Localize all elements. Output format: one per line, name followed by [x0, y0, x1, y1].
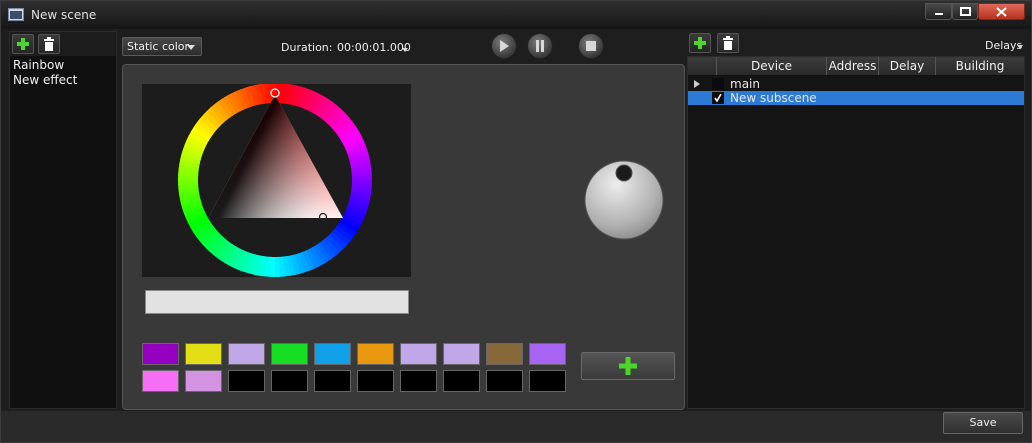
close-icon: [996, 6, 1007, 17]
trash-icon: [44, 37, 54, 51]
add-preset-button[interactable]: [581, 352, 675, 380]
window-title: New scene: [31, 8, 97, 22]
duration-field[interactable]: 00:00:01.000: [337, 41, 411, 54]
save-button[interactable]: Save: [943, 412, 1023, 434]
color-swatch[interactable]: [271, 370, 308, 392]
chevron-down-icon[interactable]: [1017, 45, 1023, 49]
column-header-delay[interactable]: Delay: [878, 57, 935, 75]
table-row[interactable]: New subscene: [688, 91, 1024, 105]
color-swatch[interactable]: [486, 370, 523, 392]
mode-select-value: Static color: [127, 40, 190, 53]
pause-button[interactable]: [527, 33, 553, 59]
color-swatch[interactable]: [529, 343, 566, 365]
delete-effect-button[interactable]: [38, 34, 60, 54]
add-effect-button[interactable]: [12, 34, 34, 54]
row-checkbox[interactable]: [712, 78, 724, 90]
trash-icon: [723, 36, 733, 50]
color-swatch[interactable]: [314, 370, 351, 392]
chevron-down-icon: [187, 45, 195, 50]
play-button[interactable]: [491, 33, 517, 59]
list-item[interactable]: New effect: [13, 73, 77, 88]
mode-select[interactable]: Static color: [122, 37, 202, 56]
tree-header: Device Address Delay Building: [688, 57, 1024, 76]
color-swatch[interactable]: [314, 343, 351, 365]
duration-dropdown-icon[interactable]: [402, 48, 408, 52]
table-row[interactable]: main: [688, 77, 1024, 91]
color-wheel-area: [142, 83, 411, 277]
column-header-expand: [688, 57, 716, 75]
color-swatch[interactable]: [142, 370, 179, 392]
dial-knob-icon: [615, 164, 633, 182]
color-swatch[interactable]: [486, 343, 523, 365]
color-swatch[interactable]: [271, 343, 308, 365]
add-subscene-button[interactable]: [689, 33, 711, 53]
plus-icon: [17, 38, 29, 50]
row-checkbox[interactable]: [712, 92, 724, 104]
effects-list: Rainbow New effect: [13, 58, 77, 88]
color-value-field[interactable]: [145, 290, 409, 314]
plus-icon: [694, 37, 706, 49]
row-device-name: main: [730, 77, 760, 91]
app-icon: [8, 8, 24, 21]
column-header-device[interactable]: Device: [716, 57, 826, 75]
color-swatch[interactable]: [185, 343, 222, 365]
list-item[interactable]: Rainbow: [13, 58, 77, 73]
checkmark-icon: [714, 93, 722, 103]
delete-subscene-button[interactable]: [717, 33, 739, 53]
minimize-icon: [934, 12, 943, 15]
color-swatch[interactable]: [228, 370, 265, 392]
color-swatch[interactable]: [443, 343, 480, 365]
maximize-icon: [959, 7, 971, 16]
color-swatch[interactable]: [185, 370, 222, 392]
pause-icon: [536, 40, 544, 52]
color-swatch[interactable]: [443, 370, 480, 392]
color-swatch[interactable]: [529, 370, 566, 392]
stop-icon: [586, 41, 596, 51]
color-swatch[interactable]: [357, 370, 394, 392]
maximize-button[interactable]: [952, 3, 978, 20]
plus-icon: [619, 357, 637, 375]
effects-panel: Rainbow New effect: [9, 31, 117, 409]
play-icon: [500, 40, 509, 52]
color-swatch[interactable]: [400, 370, 437, 392]
scene-window: New scene Rainbow New effect Static colo…: [0, 0, 1032, 443]
column-header-address[interactable]: Address: [826, 57, 878, 75]
color-wheel[interactable]: [142, 83, 411, 277]
effects-toolbar: [10, 32, 116, 56]
footer-bar: [1, 411, 1031, 442]
close-button[interactable]: [978, 3, 1025, 20]
color-swatch[interactable]: [228, 343, 265, 365]
brightness-dial[interactable]: [584, 160, 664, 240]
color-swatch[interactable]: [400, 343, 437, 365]
color-swatch[interactable]: [142, 343, 179, 365]
title-bar: New scene: [1, 1, 1031, 29]
duration-label: Duration:: [281, 41, 333, 54]
stop-button[interactable]: [578, 33, 604, 59]
color-swatch[interactable]: [357, 343, 394, 365]
minimize-button[interactable]: [925, 3, 952, 20]
column-header-building[interactable]: Building: [935, 57, 1024, 75]
subscene-tree: Device Address Delay Building main New s…: [687, 56, 1025, 409]
row-device-name: New subscene: [730, 91, 817, 105]
expand-arrow-icon[interactable]: [694, 80, 700, 88]
